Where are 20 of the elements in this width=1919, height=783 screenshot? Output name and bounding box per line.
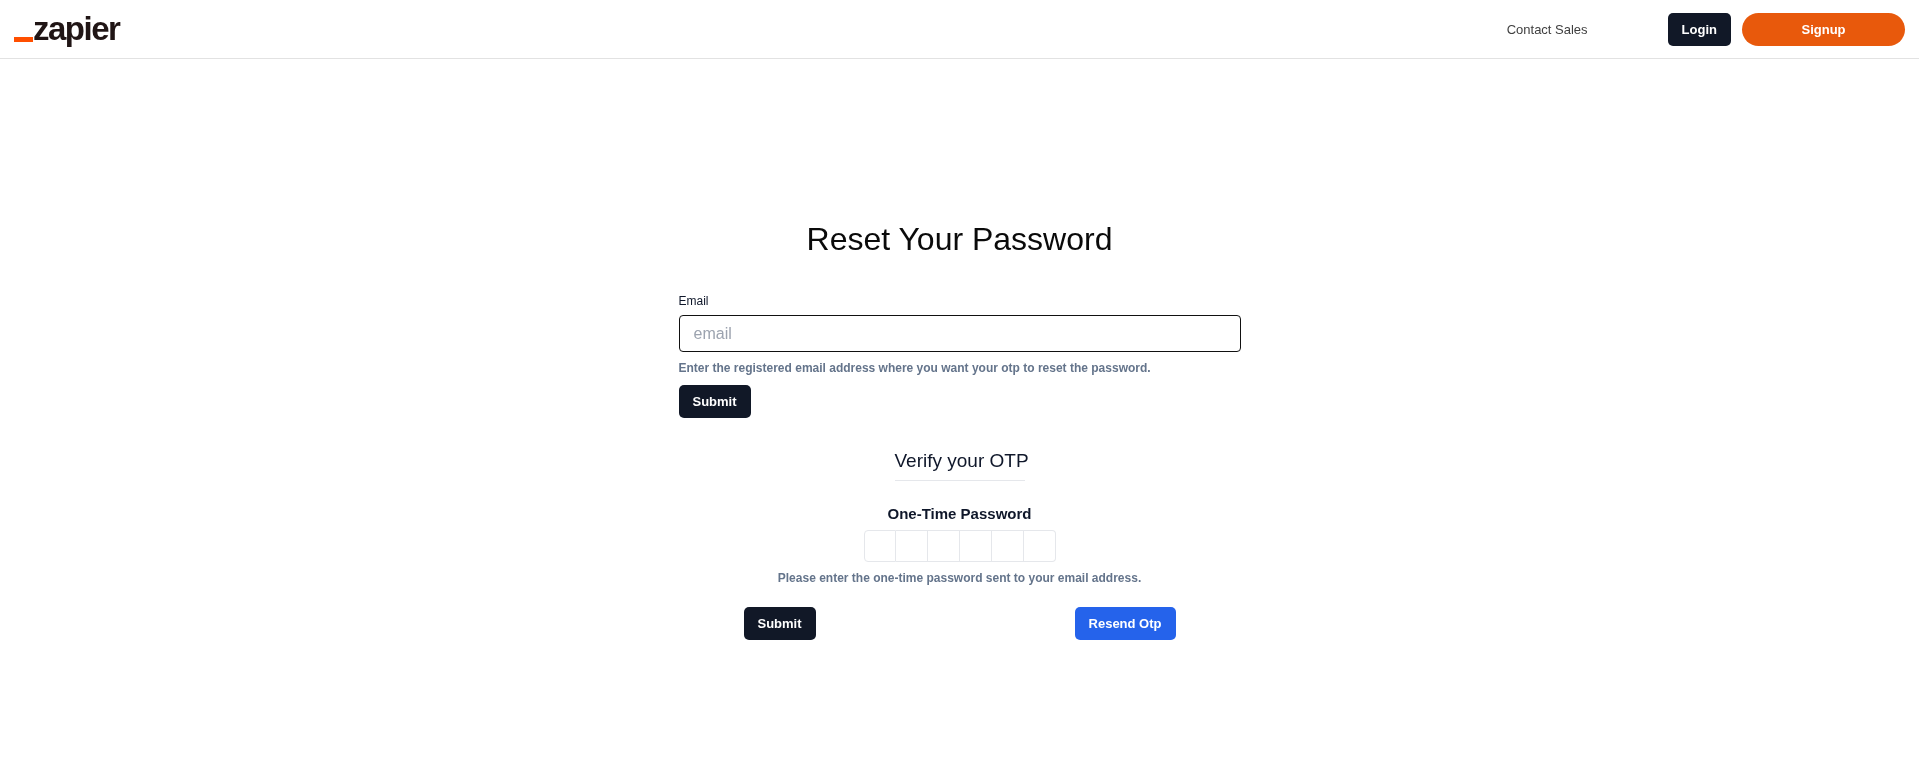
logo-underscore-bar (14, 37, 33, 42)
otp-digit-field[interactable] (863, 530, 896, 562)
otp-digit-field[interactable] (959, 530, 992, 562)
otp-digit-field[interactable] (927, 530, 960, 562)
otp-digit-field[interactable] (1023, 530, 1056, 562)
page-title: Reset Your Password (806, 221, 1113, 258)
submit-button[interactable]: Submit (678, 385, 751, 418)
otp-digit-field[interactable] (991, 530, 1024, 562)
login-button[interactable]: Login (1667, 12, 1731, 46)
email-label: Email (678, 294, 710, 308)
email-field[interactable]: email (678, 315, 1241, 352)
email-hint: Enter the registered email address where you want your otp to reset the password. (678, 361, 1152, 375)
otp-hint: Please enter the one-time password sent to your email address. (777, 571, 1142, 585)
otp-digit-field[interactable] (895, 530, 928, 562)
resend-otp-button[interactable]: Resend Otp (1074, 607, 1176, 640)
logo[interactable]: zapier (33, 12, 120, 46)
nav-link[interactable]: Contact Sales (1506, 21, 1588, 37)
signup-button[interactable]: Signup (1742, 12, 1905, 46)
submit-button[interactable]: Submit (743, 607, 816, 640)
otp-label: One-Time Password (887, 505, 1032, 522)
